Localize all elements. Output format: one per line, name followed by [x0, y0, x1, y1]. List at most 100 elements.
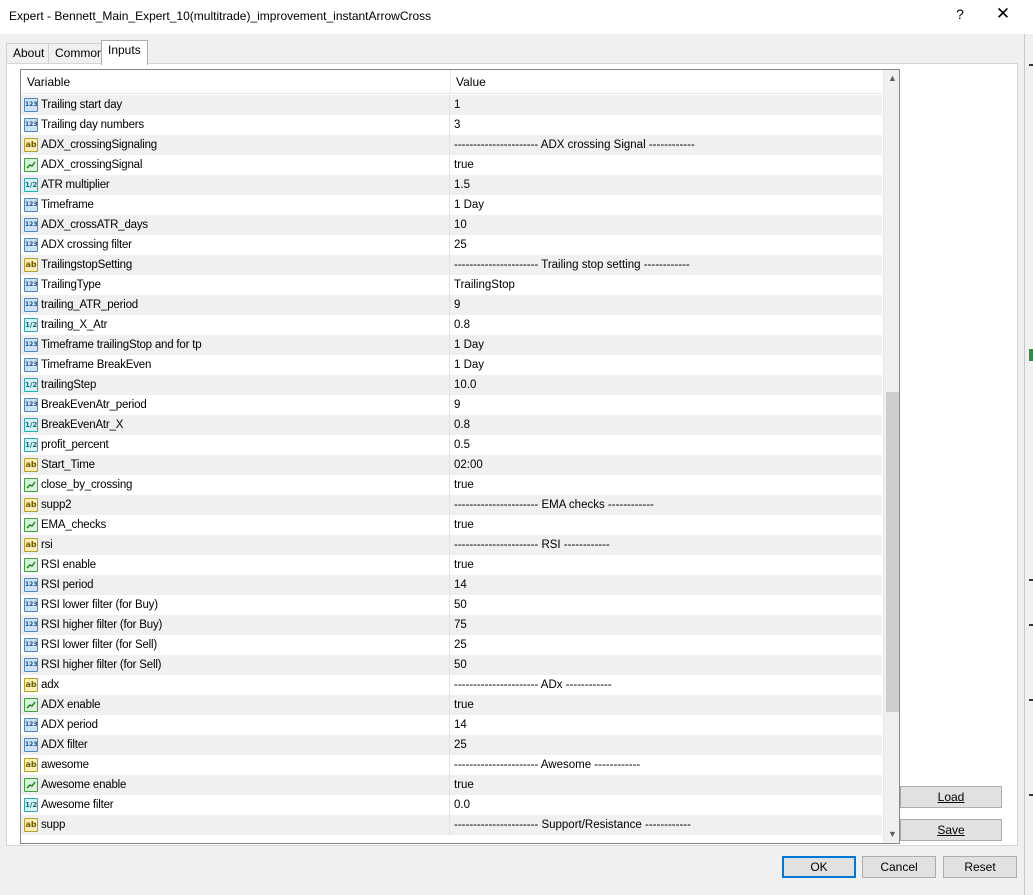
scroll-down-icon[interactable]: ▼: [884, 826, 899, 843]
value-cell[interactable]: 10.0: [454, 375, 882, 395]
value-cell[interactable]: true: [454, 555, 882, 575]
input-row[interactable]: 123 TrailingType TrailingStop: [21, 275, 882, 295]
ok-button[interactable]: OK: [782, 856, 856, 878]
input-row[interactable]: ab supp2 ---------------------- EMA checks…: [21, 495, 882, 515]
input-row[interactable]: 1/2 trailing_X_Atr 0.8: [21, 315, 882, 335]
input-row[interactable]: 123 ADX_crossATR_days 10: [21, 215, 882, 235]
save-button[interactable]: Save: [900, 819, 1002, 841]
value-cell[interactable]: 25: [454, 635, 882, 655]
value-cell[interactable]: 75: [454, 615, 882, 635]
input-row[interactable]: 123 Timeframe trailingStop and for tp 1 Da…: [21, 335, 882, 355]
variable-name: Awesome enable: [41, 779, 127, 791]
value-cell[interactable]: 1 Day: [454, 195, 882, 215]
input-row[interactable]: Awesome enable true: [21, 775, 882, 795]
int-icon: 123: [24, 338, 38, 352]
input-row[interactable]: ab ADX_crossingSignaling -----------------…: [21, 135, 882, 155]
vertical-scrollbar[interactable]: ▲ ▼: [883, 70, 899, 843]
input-row[interactable]: RSI enable true: [21, 555, 882, 575]
input-row[interactable]: 123 Timeframe 1 Day: [21, 195, 882, 215]
input-row[interactable]: 123 RSI lower filter (for Buy) 50: [21, 595, 882, 615]
input-row[interactable]: 123 ADX period 14: [21, 715, 882, 735]
input-row[interactable]: 123 RSI higher filter (for Buy) 75: [21, 615, 882, 635]
input-row[interactable]: 1/2 trailingStep 10.0: [21, 375, 882, 395]
value-cell[interactable]: true: [454, 695, 882, 715]
value-cell[interactable]: 25: [454, 235, 882, 255]
input-row[interactable]: 123 RSI period 14: [21, 575, 882, 595]
value-cell[interactable]: 0.0: [454, 795, 882, 815]
value-cell[interactable]: 0.5: [454, 435, 882, 455]
value-cell[interactable]: 14: [454, 575, 882, 595]
input-row[interactable]: 1/2 Awesome filter 0.0: [21, 795, 882, 815]
input-row[interactable]: ab supp ---------------------- Support/Res…: [21, 815, 882, 835]
input-row[interactable]: ab awesome ---------------------- Awesome …: [21, 755, 882, 775]
value-cell[interactable]: ---------------------- ADx ------------: [454, 675, 882, 695]
int-icon: 123: [24, 738, 38, 752]
value-cell[interactable]: 10: [454, 215, 882, 235]
tab-inputs[interactable]: Inputs: [101, 40, 148, 65]
value-cell[interactable]: 1 Day: [454, 355, 882, 375]
input-row[interactable]: 123 Trailing start day 1: [21, 95, 882, 115]
cancel-button[interactable]: Cancel: [862, 856, 936, 878]
input-row[interactable]: 1/2 profit_percent 0.5: [21, 435, 882, 455]
value-cell[interactable]: true: [454, 155, 882, 175]
scroll-up-icon[interactable]: ▲: [884, 70, 899, 87]
value-cell[interactable]: 1: [454, 95, 882, 115]
input-row[interactable]: 123 trailing_ATR_period 9: [21, 295, 882, 315]
input-row[interactable]: EMA_checks true: [21, 515, 882, 535]
value-cell[interactable]: TrailingStop: [454, 275, 882, 295]
tab-about[interactable]: About: [6, 43, 52, 64]
variable-cell: ab supp: [21, 815, 450, 835]
value-cell[interactable]: ---------------------- Trailing stop set…: [454, 255, 882, 275]
variable-name: rsi: [41, 539, 53, 551]
value-cell[interactable]: 02:00: [454, 455, 882, 475]
value-cell[interactable]: ---------------------- Awesome ---------…: [454, 755, 882, 775]
value-cell[interactable]: 3: [454, 115, 882, 135]
column-header-variable[interactable]: Variable: [27, 75, 70, 89]
input-row[interactable]: 123 Timeframe BreakEven 1 Day: [21, 355, 882, 375]
value-cell[interactable]: true: [454, 475, 882, 495]
input-row[interactable]: 123 ADX filter 25: [21, 735, 882, 755]
input-row[interactable]: 1/2 ATR multiplier 1.5: [21, 175, 882, 195]
bool-icon: [24, 158, 38, 172]
input-row[interactable]: 123 ADX crossing filter 25: [21, 235, 882, 255]
column-header-value[interactable]: Value: [456, 75, 486, 89]
value-cell[interactable]: 50: [454, 595, 882, 615]
value-cell[interactable]: 1.5: [454, 175, 882, 195]
input-row[interactable]: 123 Trailing day numbers 3: [21, 115, 882, 135]
value-cell[interactable]: ---------------------- Support/Resistanc…: [454, 815, 882, 835]
value-cell[interactable]: 0.8: [454, 315, 882, 335]
input-row[interactable]: ab rsi ---------------------- RSI --------…: [21, 535, 882, 555]
double-icon: 1/2: [24, 378, 38, 392]
input-row[interactable]: ADX enable true: [21, 695, 882, 715]
value-cell[interactable]: 25: [454, 735, 882, 755]
input-row[interactable]: ADX_crossingSignal true: [21, 155, 882, 175]
input-row[interactable]: ab TrailingstopSetting -------------------…: [21, 255, 882, 275]
value-cell[interactable]: ---------------------- ADX crossing Sign…: [454, 135, 882, 155]
input-row[interactable]: ab Start_Time 02:00: [21, 455, 882, 475]
close-button[interactable]: ✕: [992, 4, 1014, 24]
value-cell[interactable]: 0.8: [454, 415, 882, 435]
input-row[interactable]: 123 RSI lower filter (for Sell) 25: [21, 635, 882, 655]
value-cell[interactable]: 50: [454, 655, 882, 675]
int-icon: 123: [24, 658, 38, 672]
scroll-thumb[interactable]: [886, 392, 899, 712]
value-cell[interactable]: ---------------------- RSI ------------: [454, 535, 882, 555]
variable-name: adx: [41, 679, 59, 691]
value-cell[interactable]: true: [454, 775, 882, 795]
input-row[interactable]: ab adx ---------------------- ADx --------…: [21, 675, 882, 695]
value-cell[interactable]: 1 Day: [454, 335, 882, 355]
input-row[interactable]: 123 RSI higher filter (for Sell) 50: [21, 655, 882, 675]
value-cell[interactable]: 9: [454, 395, 882, 415]
value-cell[interactable]: true: [454, 515, 882, 535]
value-cell[interactable]: 14: [454, 715, 882, 735]
reset-button[interactable]: Reset: [943, 856, 1017, 878]
input-row[interactable]: 1/2 BreakEvenAtr_X 0.8: [21, 415, 882, 435]
load-button[interactable]: Load: [900, 786, 1002, 808]
input-row[interactable]: close_by_crossing true: [21, 475, 882, 495]
value-cell[interactable]: 9: [454, 295, 882, 315]
help-button[interactable]: ?: [950, 6, 970, 22]
variable-cell: 123 ADX period: [21, 715, 450, 735]
double-icon: 1/2: [24, 318, 38, 332]
input-row[interactable]: 123 BreakEvenAtr_period 9: [21, 395, 882, 415]
value-cell[interactable]: ---------------------- EMA checks ------…: [454, 495, 882, 515]
